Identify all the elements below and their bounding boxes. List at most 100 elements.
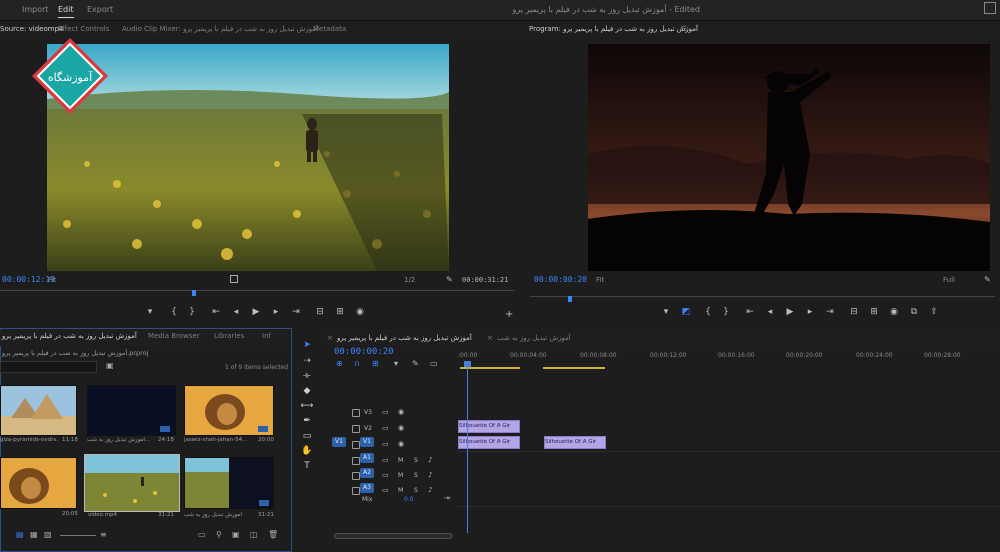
maximize-button[interactable] (984, 2, 996, 14)
lock-icon[interactable] (352, 441, 360, 449)
mute-button[interactable]: M (398, 472, 403, 479)
mic-icon[interactable]: ♪ (428, 456, 432, 464)
master-volume[interactable]: 0.0 (404, 496, 414, 503)
sync-lock-icon[interactable]: ▭ (382, 424, 389, 432)
tab-media-browser[interactable]: Media Browser (148, 332, 200, 340)
hand-tool-icon[interactable]: ✋ (300, 445, 314, 457)
new-item-icon[interactable]: ◫ (250, 530, 258, 539)
add-marker-timeline-icon[interactable]: ▾ (394, 359, 398, 368)
clip-v1-b[interactable]: Silhouette Of A Gir (544, 436, 606, 449)
tab-audio-clip-mixer[interactable]: Audio Clip Mixer: آموزش تبدیل روز به شب … (122, 25, 318, 33)
source-zoom-dropdown[interactable]: 1/2 (404, 276, 415, 284)
overwrite-icon[interactable]: ⊞ (334, 307, 346, 317)
sync-lock-icon[interactable]: ▭ (382, 408, 389, 416)
sync-lock-icon[interactable]: ▭ (382, 486, 389, 494)
linked-selection-icon[interactable]: ⊞ (372, 359, 379, 368)
program-mark-out-icon[interactable]: } (720, 307, 732, 317)
list-view-icon[interactable]: ▤ (16, 530, 24, 539)
insert-icon[interactable]: ⊟ (314, 307, 326, 317)
menu-import[interactable]: Import (22, 5, 49, 14)
program-export-frame-icon[interactable]: ◉ (888, 307, 900, 317)
program-mark-in-icon[interactable]: { (702, 307, 714, 317)
sync-lock-icon[interactable]: ▭ (382, 471, 389, 479)
program-go-to-out-icon[interactable]: ⇥ (824, 307, 836, 317)
lock-icon[interactable] (352, 457, 360, 465)
step-back-icon[interactable]: ◂ (230, 307, 242, 317)
comparison-view-icon[interactable]: ⧉ (908, 307, 920, 317)
go-to-end-icon[interactable]: ⇥ (444, 494, 450, 502)
captions-icon[interactable]: ▭ (430, 359, 438, 368)
lock-icon[interactable] (352, 425, 360, 433)
sync-lock-icon[interactable]: ▭ (382, 456, 389, 464)
eye-icon[interactable]: ◉ (398, 424, 404, 432)
work-area-bar[interactable] (460, 367, 520, 369)
thumb-pyramids[interactable] (0, 385, 77, 436)
share-icon[interactable]: ⇪ (928, 307, 940, 317)
tab-sequence-1[interactable]: آموزش تبدیل روز به شب در فیلم با پریمیر … (337, 334, 472, 342)
source-time-ruler[interactable] (0, 290, 515, 296)
icon-view-icon[interactable]: ▦ (30, 530, 38, 539)
zoom-slider[interactable] (60, 535, 96, 536)
program-quality-dropdown[interactable]: Full (943, 276, 955, 284)
sort-icon[interactable]: ≡ (100, 530, 107, 539)
program-step-forward-icon[interactable]: ▸ (804, 307, 816, 317)
timeline-playhead[interactable] (467, 363, 468, 533)
solo-button[interactable]: S (414, 487, 418, 494)
program-filter-icon[interactable]: ◩ (680, 307, 692, 317)
new-bin-footer-icon[interactable]: ▣ (232, 530, 240, 539)
thumb-night[interactable] (87, 385, 176, 436)
eye-icon[interactable]: ◉ (398, 440, 404, 448)
source-fit-dropdown[interactable]: Fit (48, 276, 56, 284)
tab-sequence-2[interactable]: آموزش تبدیل روز به شب (497, 334, 571, 342)
program-play-icon[interactable]: ▶ (784, 307, 796, 317)
selection-tool-icon[interactable]: ➤ (300, 339, 314, 351)
mic-icon[interactable]: ♪ (428, 486, 432, 494)
lock-icon[interactable] (352, 487, 360, 495)
work-area-bar-2[interactable] (543, 367, 605, 369)
tab-effect-controls[interactable]: Effect Controls (58, 25, 109, 33)
eye-icon[interactable]: ◉ (398, 408, 404, 416)
export-frame-icon[interactable]: ◉ (354, 307, 366, 317)
timeline-settings-icon[interactable]: ✎ (412, 359, 419, 368)
program-time-ruler[interactable] (530, 296, 995, 302)
thumb-lion-2[interactable] (0, 457, 77, 509)
scrollbar-thumb[interactable] (334, 533, 452, 539)
menu-export[interactable]: Export (87, 5, 113, 14)
video-track-area[interactable] (456, 405, 1000, 452)
solo-button[interactable]: S (414, 472, 418, 479)
timeline-close-icon-2[interactable]: × (487, 334, 493, 342)
track-v1[interactable]: V1 (360, 437, 374, 447)
lift-icon[interactable]: ⊟ (848, 307, 860, 317)
extract-icon[interactable]: ⊞ (868, 307, 880, 317)
project-search-input[interactable] (0, 361, 97, 373)
razor-tool-icon[interactable]: ◆ (300, 385, 314, 397)
slip-tool-icon[interactable]: ⟷ (300, 400, 314, 412)
track-select-tool-icon[interactable]: ⇢ (300, 355, 314, 367)
go-to-out-icon[interactable]: ⇥ (290, 307, 302, 317)
track-a1[interactable]: A1 (360, 453, 374, 463)
button-editor-add-icon[interactable]: + (505, 309, 513, 320)
thumb-video-mp4[interactable] (84, 454, 180, 512)
mark-in-icon[interactable]: { (168, 307, 180, 317)
source-playhead[interactable] (192, 290, 196, 296)
track-a3[interactable]: A3 (360, 483, 374, 493)
tab-metadata[interactable]: Metadata (313, 25, 346, 33)
sync-lock-icon[interactable]: ▭ (382, 440, 389, 448)
automate-icon[interactable]: ▭ (198, 530, 206, 539)
tab-libraries[interactable]: Libraries (214, 332, 244, 340)
safe-margins-icon[interactable] (230, 275, 238, 283)
menu-edit[interactable]: Edit (58, 5, 74, 18)
tab-info[interactable]: Inf (262, 332, 271, 340)
timeline-playhead-handle[interactable] (464, 361, 471, 367)
program-wrench-icon[interactable]: ✎ (984, 275, 991, 284)
program-go-to-in-icon[interactable]: ⇤ (744, 307, 756, 317)
program-menu-icon[interactable]: ☰ (681, 25, 687, 33)
program-step-back-icon[interactable]: ◂ (764, 307, 776, 317)
tab-source[interactable]: Source: videomp4 (0, 25, 63, 33)
mute-button[interactable]: M (398, 457, 403, 464)
snap-icon[interactable]: ∩ (354, 359, 360, 368)
rectangle-tool-icon[interactable]: ▭ (300, 430, 314, 442)
program-fit-dropdown[interactable]: Fit (596, 276, 604, 284)
freeform-view-icon[interactable]: ▧ (44, 530, 52, 539)
trash-icon[interactable]: 🗑 (268, 530, 278, 539)
